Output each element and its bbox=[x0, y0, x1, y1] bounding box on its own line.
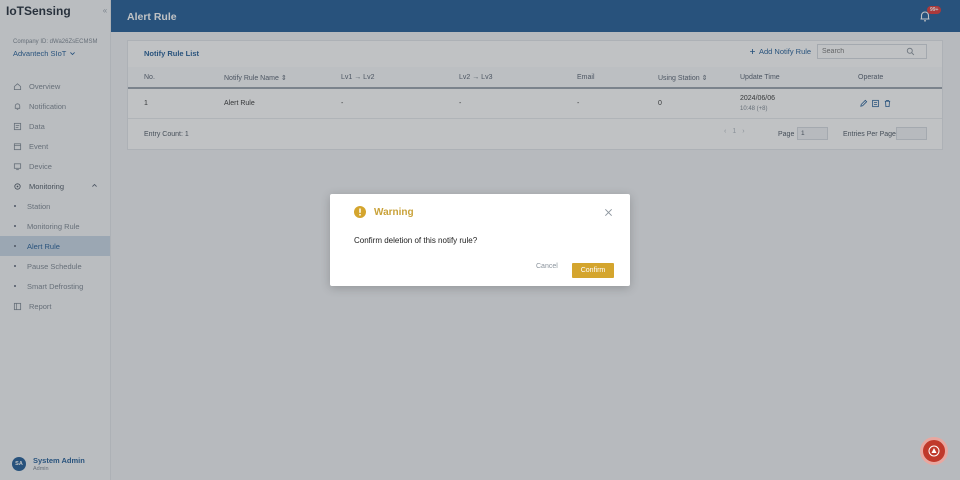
dialog-message: Confirm deletion of this notify rule? bbox=[354, 236, 478, 245]
close-icon[interactable] bbox=[604, 208, 613, 217]
confirm-button[interactable]: Confirm bbox=[572, 263, 614, 278]
alert-fab-button[interactable] bbox=[920, 437, 948, 465]
dialog-title: Warning bbox=[374, 207, 414, 218]
warning-dialog: Warning Confirm deletion of this notify … bbox=[330, 194, 630, 286]
alert-icon bbox=[928, 445, 940, 457]
cancel-button[interactable]: Cancel bbox=[536, 263, 558, 270]
warning-icon bbox=[354, 206, 366, 218]
